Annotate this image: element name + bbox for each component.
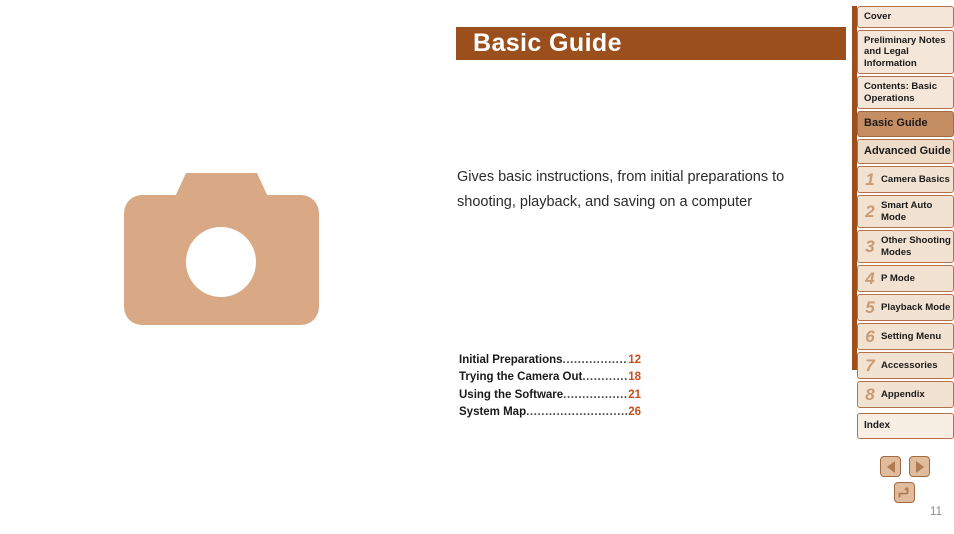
toc-entry-label: System Map	[459, 405, 527, 418]
return-button[interactable]	[894, 482, 915, 503]
camera-icon	[124, 173, 319, 325]
sidebar-item-label: Playback Mode	[881, 301, 951, 313]
return-arrow-icon	[898, 486, 909, 497]
chapter-number: 5	[865, 298, 875, 317]
toc-entry-label: Initial Preparations	[459, 354, 563, 366]
sidebar-item-label: Other Shooting Modes	[881, 235, 951, 258]
sidebar-item-other-shooting-modes[interactable]: 3 Other Shooting Modes	[857, 230, 954, 263]
chapter-number: 7	[865, 356, 875, 375]
sidebar-item-preliminary-notes[interactable]: Preliminary Notes and Legal Information	[857, 29, 954, 74]
sidebar-item-label: Smart Auto Mode	[881, 200, 933, 223]
sidebar-item-accessories[interactable]: 7 Accessories	[857, 352, 954, 379]
sidebar-item-label: P Mode	[881, 272, 915, 284]
sidebar-item-smart-auto-mode[interactable]: 2 Smart Auto Mode	[857, 195, 954, 228]
sidebar-item-setting-menu[interactable]: 6 Setting Menu	[857, 323, 954, 350]
sidebar-item-advanced-guide[interactable]: Advanced Guide	[857, 138, 954, 164]
sidebar-item-label: Basic Guide	[864, 117, 928, 129]
toc-entry[interactable]: Initial Preparations ...................…	[459, 352, 641, 369]
toc-entry-page: 21	[628, 388, 641, 401]
sidebar-item-cover[interactable]: Cover	[857, 6, 954, 28]
sidebar-item-label: Preliminary Notes and Legal Information	[864, 34, 946, 69]
next-page-button[interactable]	[909, 456, 930, 477]
chapter-number: 6	[865, 327, 875, 346]
toc-entry-page: 26	[628, 405, 641, 418]
sidebar-item-label: Cover	[864, 11, 892, 22]
sidebar-item-playback-mode[interactable]: 5 Playback Mode	[857, 294, 954, 321]
sidebar-item-label: Index	[864, 420, 891, 431]
sidebar-item-label: Advanced Guide	[864, 144, 951, 157]
chapter-number: 2	[865, 202, 875, 221]
camera-illustration	[124, 173, 319, 325]
sidebar-item-label: Camera Basics	[881, 173, 950, 185]
toc-entry[interactable]: System Map .............................…	[459, 404, 641, 421]
page-header-banner: Basic Guide	[456, 27, 846, 60]
toc-entry[interactable]: Trying the Camera Out ..................…	[459, 369, 641, 386]
toc-entry-page: 18	[628, 371, 641, 384]
page-title: Basic Guide	[473, 29, 622, 57]
triangle-right-icon	[915, 460, 924, 473]
sidebar-item-appendix[interactable]: 8 Appendix	[857, 381, 954, 408]
sidebar-item-index[interactable]: Index	[857, 413, 954, 439]
sidebar-item-label: Accessories	[881, 359, 938, 371]
toc-entry-label: Trying the Camera Out	[459, 371, 583, 384]
toc-leader: ........................................…	[562, 354, 629, 366]
sidebar-item-basic-guide[interactable]: Basic Guide	[857, 111, 954, 137]
sidebar-item-contents-basic-operations[interactable]: Contents: Basic Operations	[857, 76, 954, 109]
sidebar-item-camera-basics[interactable]: 1 Camera Basics	[857, 166, 954, 193]
triangle-left-icon	[886, 460, 895, 473]
previous-page-button[interactable]	[880, 456, 901, 477]
chapter-number: 8	[865, 385, 875, 404]
sidebar-item-p-mode[interactable]: 4 P Mode	[857, 265, 954, 292]
sidebar-item-label: Setting Menu	[881, 330, 942, 342]
table-of-contents: Initial Preparations ...................…	[459, 352, 641, 421]
toc-entry[interactable]: Using the Software .....................…	[459, 387, 641, 404]
toc-entry-page: 12	[628, 354, 641, 366]
sidebar-item-label: Contents: Basic Operations	[864, 81, 938, 104]
page-number: 11	[930, 506, 942, 518]
chapter-number: 4	[865, 269, 875, 288]
toc-entry-label: Using the Software	[459, 388, 564, 401]
chapter-number: 3	[865, 237, 875, 256]
sidebar-navigation: Cover Preliminary Notes and Legal Inform…	[852, 6, 954, 441]
chapter-number: 1	[865, 170, 875, 189]
toc-leader: ........................................…	[563, 388, 628, 401]
toc-leader: ........................................…	[582, 371, 628, 384]
page-navigation-controls	[878, 455, 934, 505]
section-description: Gives basic instructions, from initial p…	[457, 169, 785, 210]
toc-leader: ........................................…	[526, 405, 629, 418]
sidebar-item-label: Appendix	[881, 388, 925, 400]
